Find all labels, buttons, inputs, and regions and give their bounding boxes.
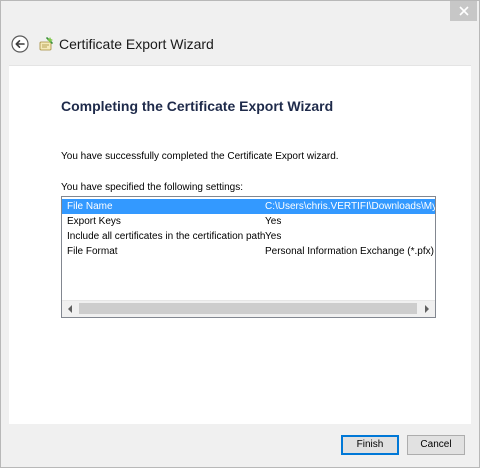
wizard-content: Completing the Certificate Export Wizard…	[9, 65, 471, 425]
setting-value: Personal Information Exchange (*.pfx)	[265, 246, 434, 257]
title-bar: Certificate Export Wizard	[1, 1, 479, 65]
success-message: You have successfully completed the Cert…	[61, 151, 339, 162]
horizontal-scrollbar[interactable]	[62, 300, 435, 317]
scroll-thumb[interactable]	[79, 303, 417, 314]
certificate-wizard-icon	[38, 36, 54, 52]
settings-label: You have specified the following setting…	[61, 182, 243, 193]
cancel-button[interactable]: Cancel	[407, 435, 465, 455]
wizard-window: Certificate Export Wizard Completing the…	[0, 0, 480, 468]
settings-row-export-keys[interactable]: Export Keys Yes	[62, 214, 435, 229]
settings-rows: File Name C:\Users\chris.VERTIFI\Downloa…	[62, 199, 435, 259]
settings-row-file-format[interactable]: File Format Personal Information Exchang…	[62, 244, 435, 259]
finish-button[interactable]: Finish	[341, 435, 399, 455]
setting-name: File Format	[67, 246, 118, 257]
settings-row-include-certificates[interactable]: Include all certificates in the certific…	[62, 229, 435, 244]
close-button[interactable]	[450, 1, 477, 21]
setting-value: C:\Users\chris.VERTIFI\Downloads\My	[265, 201, 435, 212]
back-button[interactable]	[11, 35, 29, 53]
scroll-right-button[interactable]	[419, 301, 435, 317]
setting-value: Yes	[265, 231, 282, 242]
scroll-right-icon	[424, 300, 430, 317]
close-icon	[458, 6, 469, 16]
button-bar: Finish Cancel	[1, 424, 479, 467]
settings-list[interactable]: File Name C:\Users\chris.VERTIFI\Downloa…	[61, 196, 436, 318]
setting-name: Export Keys	[67, 216, 121, 227]
window-title: Certificate Export Wizard	[59, 36, 214, 52]
setting-name: File Name	[67, 201, 113, 212]
setting-name: Include all certificates in the certific…	[67, 231, 266, 242]
setting-value: Yes	[265, 216, 282, 227]
settings-row-file-name[interactable]: File Name C:\Users\chris.VERTIFI\Downloa…	[62, 199, 435, 214]
scroll-left-icon	[67, 300, 73, 317]
back-arrow-icon	[11, 35, 29, 57]
page-heading: Completing the Certificate Export Wizard	[61, 98, 334, 114]
scroll-left-button[interactable]	[62, 301, 78, 317]
